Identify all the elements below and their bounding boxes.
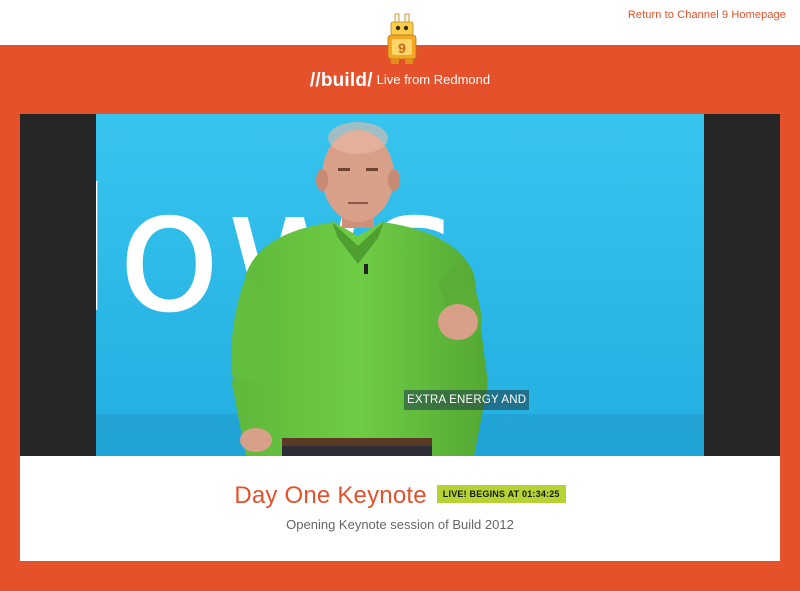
return-to-channel9-link[interactable]: Return to Channel 9 Homepage: [628, 9, 786, 21]
channel9-mascot-icon: 9: [387, 13, 417, 64]
live-status-badge: LIVE! BEGINS AT 01:34:25: [436, 485, 566, 503]
event-title-row: Day One Keynote LIVE! BEGINS AT 01:34:25: [20, 482, 780, 510]
event-info-panel: Day One Keynote LIVE! BEGINS AT 01:34:25 …: [20, 456, 780, 561]
svg-text:9: 9: [398, 40, 406, 56]
build-logo-text: //build/: [309, 70, 373, 91]
video-caption: EXTRA ENERGY AND: [404, 390, 530, 410]
build-brand: //build/Live from Redmond: [0, 70, 800, 92]
event-description: Opening Keynote session of Build 2012: [286, 517, 514, 532]
video-frame[interactable]: lows: [96, 114, 704, 456]
video-player[interactable]: lows: [20, 114, 780, 456]
video-scene: lows: [96, 114, 704, 456]
event-title: Day One Keynote: [234, 482, 427, 509]
brand-tagline: Live from Redmond: [376, 72, 491, 87]
